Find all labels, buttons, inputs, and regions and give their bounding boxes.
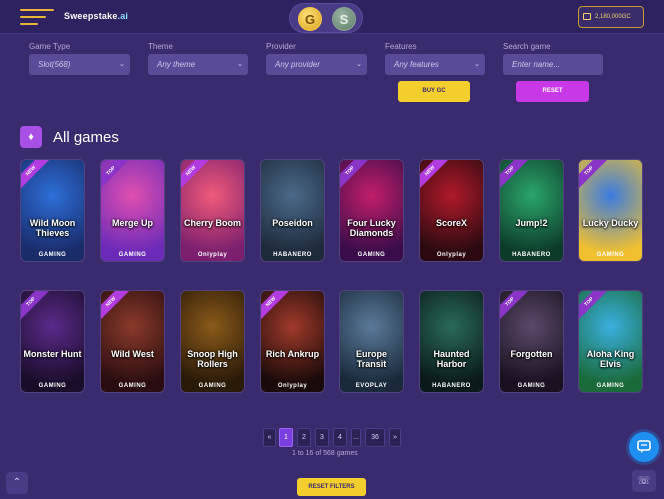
game-provider: GAMING xyxy=(517,383,546,389)
theme-label: Theme xyxy=(148,42,173,51)
game-title: ScoreX xyxy=(435,218,468,228)
results-summary: 1 to 16 of 568 games xyxy=(292,450,358,457)
game-provider: GAMING xyxy=(596,252,625,258)
reset-button[interactable]: RESET xyxy=(516,81,589,102)
game-provider: HABANERO xyxy=(432,383,471,389)
page-button[interactable]: 4 xyxy=(333,428,347,447)
next-page-button[interactable]: » xyxy=(389,428,401,447)
page-button[interactable]: 3 xyxy=(315,428,329,447)
game-thumbnail xyxy=(181,291,244,392)
game-title: Wild Moon Thieves xyxy=(29,218,76,238)
scroll-top-button[interactable]: ⌃ xyxy=(6,472,28,494)
theme-filter: Theme Any theme ⌄ xyxy=(148,42,248,75)
game-title: Monster Hunt xyxy=(23,349,82,359)
game-provider: GAMING xyxy=(357,252,386,258)
provider-filter: Provider Any provider ⌄ xyxy=(266,42,367,75)
theme-select[interactable]: Any theme ⌄ xyxy=(148,54,248,75)
game-title: Jump!2 xyxy=(515,218,548,228)
game-title: Four Lucky Diamonds xyxy=(347,218,396,238)
search-input[interactable]: Enter name... xyxy=(503,54,603,75)
game-provider: GAMING xyxy=(118,383,147,389)
game-tile[interactable]: NEW Wild Moon Thieves GAMING xyxy=(20,159,85,262)
game-tile[interactable]: NEW Rich Ankrup Onlyplay xyxy=(260,290,325,393)
game-tile[interactable]: TOP Jump!2 HABANERO xyxy=(499,159,564,262)
chevron-down-icon: ⌄ xyxy=(474,61,480,68)
chevron-up-icon: ⌃ xyxy=(12,477,22,488)
game-type-select[interactable]: Slot(568) ⌄ xyxy=(29,54,130,75)
game-title: Merge Up xyxy=(111,218,153,228)
game-provider: Onlyplay xyxy=(436,252,467,258)
provider-select[interactable]: Any provider ⌄ xyxy=(266,54,367,75)
game-tile[interactable]: Europe Transit EVOPLAY xyxy=(339,290,404,393)
game-tile[interactable]: NEW Cherry Boom Onlyplay xyxy=(180,159,245,262)
features-label: Features xyxy=(385,42,417,51)
silver-coin-icon[interactable]: S xyxy=(332,7,356,31)
features-select[interactable]: Any features ⌄ xyxy=(385,54,485,75)
game-tile[interactable]: TOP Forgotten GAMING xyxy=(499,290,564,393)
game-provider: HABANERO xyxy=(273,252,312,258)
menu-icon[interactable] xyxy=(20,9,54,25)
game-provider: GAMING xyxy=(118,252,147,258)
page-button[interactable]: 1 xyxy=(279,428,293,447)
balance-badge[interactable]: 2,180,000GC xyxy=(578,6,644,28)
game-tile[interactable]: TOP Monster Hunt GAMING xyxy=(20,290,85,393)
game-title: Lucky Ducky xyxy=(582,218,639,228)
reset-filters-button[interactable]: RESET FILTERS xyxy=(297,478,366,496)
game-provider: HABANERO xyxy=(512,252,551,258)
game-type-filter: Game Type Slot(568) ⌄ xyxy=(29,42,130,75)
game-title: Poseidon xyxy=(272,218,313,228)
game-title: Cherry Boom xyxy=(183,218,241,228)
game-provider: GAMING xyxy=(596,383,625,389)
page-ellipsis: ... xyxy=(351,428,361,447)
game-tile[interactable]: Poseidon HABANERO xyxy=(260,159,325,262)
support-headset-button[interactable]: ☏ xyxy=(632,470,656,492)
buy-gc-button[interactable]: BUY GC xyxy=(398,81,470,102)
page-button[interactable]: 36 xyxy=(365,428,385,447)
game-thumbnail xyxy=(420,291,483,392)
game-title: Aloha King Elvis xyxy=(586,349,635,369)
game-thumbnail xyxy=(261,160,324,261)
game-tile[interactable]: NEW ScoreX Onlyplay xyxy=(419,159,484,262)
game-title: Europe Transit xyxy=(355,349,387,369)
section-title: All games xyxy=(53,129,119,146)
game-provider: GAMING xyxy=(38,383,67,389)
game-tile[interactable]: NEW Wild West GAMING xyxy=(100,290,165,393)
game-title: Wild West xyxy=(111,349,154,359)
game-provider: Onlyplay xyxy=(197,252,228,258)
gold-coin-icon[interactable]: G xyxy=(298,7,322,31)
search-filter: Search game Enter name... xyxy=(503,42,603,75)
game-tile[interactable]: TOP Merge Up GAMING xyxy=(100,159,165,262)
game-tile[interactable]: TOP Aloha King Elvis GAMING xyxy=(578,290,643,393)
game-provider: EVOPLAY xyxy=(355,383,388,389)
game-tile[interactable]: Snoop High Rollers GAMING xyxy=(180,290,245,393)
game-title: Haunted Harbor xyxy=(433,349,470,369)
wallet-icon xyxy=(583,13,591,20)
prev-page-button[interactable]: « xyxy=(263,428,276,447)
game-provider: GAMING xyxy=(198,383,227,389)
game-type-label: Game Type xyxy=(29,42,71,51)
game-tile[interactable]: TOP Four Lucky Diamonds GAMING xyxy=(339,159,404,262)
page-button[interactable]: 2 xyxy=(297,428,311,447)
chevron-down-icon: ⌄ xyxy=(119,61,125,68)
search-label: Search game xyxy=(503,42,551,51)
game-tile[interactable]: TOP Lucky Ducky GAMING xyxy=(578,159,643,262)
provider-label: Provider xyxy=(266,42,296,51)
game-title: Rich Ankrup xyxy=(265,349,320,359)
chat-button[interactable] xyxy=(629,432,659,462)
chat-icon xyxy=(637,440,651,453)
logo[interactable]: Sweepstake.ai xyxy=(64,11,128,21)
currency-toggle[interactable]: G S xyxy=(289,3,363,33)
game-provider: GAMING xyxy=(38,252,67,258)
diamond-icon: ♦ xyxy=(20,126,42,148)
game-title: Snoop High Rollers xyxy=(187,349,238,369)
game-provider: Onlyplay xyxy=(277,383,308,389)
top-bar: Sweepstake.ai G S 2,180,000GC xyxy=(0,0,664,34)
game-thumbnail xyxy=(340,291,403,392)
game-title: Forgotten xyxy=(510,349,553,359)
headset-icon: ☏ xyxy=(637,475,651,487)
chevron-down-icon: ⌄ xyxy=(237,61,243,68)
features-filter: Features Any features ⌄ xyxy=(385,42,485,75)
game-tile[interactable]: Haunted Harbor HABANERO xyxy=(419,290,484,393)
chevron-down-icon: ⌄ xyxy=(356,61,362,68)
